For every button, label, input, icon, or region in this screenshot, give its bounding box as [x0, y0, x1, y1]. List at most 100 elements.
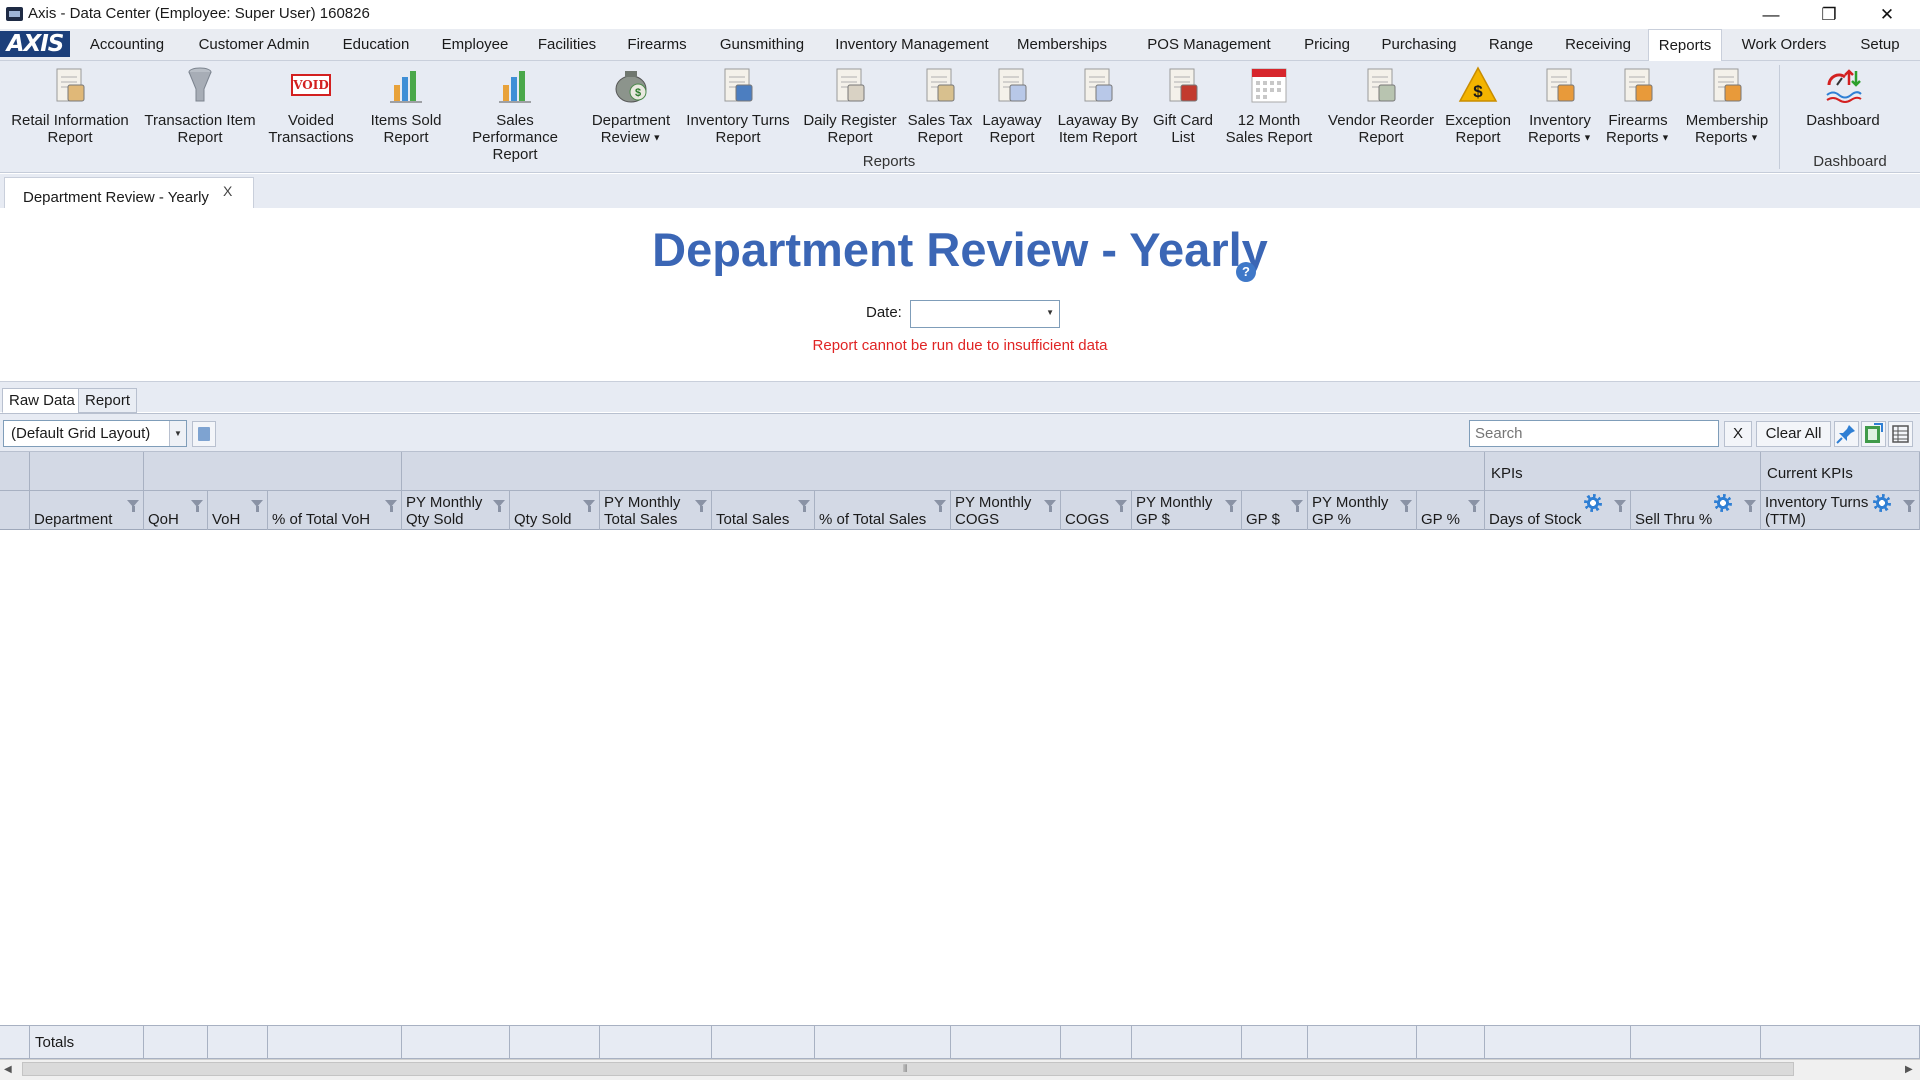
ribbon-button-sales-performance-report[interactable]: Sales Performance Report	[452, 65, 578, 163]
column-header-inventory-turns-ttm[interactable]: Inventory Turns (TTM)	[1761, 491, 1920, 530]
filter-icon[interactable]	[385, 500, 398, 513]
filter-icon[interactable]	[695, 500, 708, 513]
ribbon-button-department-review[interactable]: $ Department Review ▼	[588, 65, 674, 155]
ribbon-button-sales-tax-report[interactable]: Sales Tax Report	[904, 65, 976, 155]
ribbon-button-inventory-reports[interactable]: Inventory Reports ▼	[1522, 65, 1598, 155]
column-header-total-sales[interactable]: Total Sales	[712, 491, 815, 530]
filter-icon[interactable]	[127, 500, 140, 513]
pin-icon[interactable]	[1834, 421, 1859, 447]
ribbon-button-12-month-sales-report[interactable]: 12 Month Sales Report	[1218, 65, 1320, 155]
gear-icon[interactable]	[1584, 494, 1602, 512]
ribbon-button-layaway-by-item-report[interactable]: Layaway By Item Report	[1054, 65, 1142, 155]
scroll-left-icon[interactable]: ◀	[4, 1064, 12, 1075]
menu-item-facilities[interactable]: Facilities	[526, 29, 608, 61]
filter-icon[interactable]	[1115, 500, 1128, 513]
column-header-cogs[interactable]: COGS	[1061, 491, 1132, 530]
filter-icon[interactable]	[1468, 500, 1481, 513]
menu-item-pricing[interactable]: Pricing	[1290, 29, 1364, 61]
column-header-qty-sold[interactable]: Qty Sold	[510, 491, 600, 530]
menu-item-work-orders[interactable]: Work Orders	[1728, 29, 1840, 61]
close-window-button[interactable]: ✕	[1858, 0, 1916, 29]
menu-item-education[interactable]: Education	[334, 29, 418, 61]
filter-icon[interactable]	[191, 500, 204, 513]
minimize-button[interactable]: —	[1742, 0, 1800, 29]
ribbon-button-voided-transactions[interactable]: VOID Voided Transactions	[266, 65, 356, 155]
column-band: KPIs	[1485, 452, 1761, 491]
menu-item-range[interactable]: Range	[1474, 29, 1548, 61]
filter-icon[interactable]	[583, 500, 596, 513]
document-tab[interactable]: Department Review - Yearly X	[4, 177, 254, 208]
menu-item-memberships[interactable]: Memberships	[1004, 29, 1120, 61]
ribbon-button-label: 12 Month Sales Report	[1225, 112, 1313, 146]
column-chooser-icon[interactable]	[1888, 421, 1913, 447]
filter-icon[interactable]	[1614, 500, 1627, 513]
menu-item-purchasing[interactable]: Purchasing	[1364, 29, 1474, 61]
scrollbar-thumb[interactable]	[22, 1062, 1794, 1076]
column-header-qoh[interactable]: QoH	[144, 491, 208, 530]
ribbon-button-retail-information-report[interactable]: Retail Information Report	[6, 65, 134, 155]
ribbon-button-items-sold-report[interactable]: Items Sold Report	[364, 65, 448, 155]
scroll-right-icon[interactable]: ▶	[1905, 1064, 1913, 1075]
filter-icon[interactable]	[1744, 500, 1757, 513]
grid-layout-select[interactable]: (Default Grid Layout) ▼	[3, 420, 187, 447]
column-header-py-monthly-gp[interactable]: PY Monthly GP %	[1308, 491, 1417, 530]
document-tab-close-button[interactable]: X	[223, 183, 232, 199]
column-header-py-monthly-total-sales[interactable]: PY Monthly Total Sales	[600, 491, 712, 530]
menu-item-receiving[interactable]: Receiving	[1548, 29, 1648, 61]
menu-item-accounting[interactable]: Accounting	[72, 29, 182, 61]
column-header-department[interactable]: Department	[30, 491, 144, 530]
column-header-py-monthly-qty-sold[interactable]: PY Monthly Qty Sold	[402, 491, 510, 530]
ribbon-button-gift-card-list[interactable]: Gift Card List	[1148, 65, 1218, 155]
search-clear-button[interactable]: X	[1724, 421, 1752, 447]
gear-icon[interactable]	[1873, 494, 1891, 512]
filter-icon[interactable]	[493, 500, 506, 513]
filter-icon[interactable]	[798, 500, 811, 513]
menu-item-gunsmithing[interactable]: Gunsmithing	[704, 29, 820, 61]
export-excel-icon[interactable]	[1861, 421, 1886, 447]
restore-button[interactable]: ❐	[1800, 0, 1858, 29]
date-select[interactable]: ▼	[910, 300, 1060, 328]
menu-item-reports[interactable]: Reports	[1648, 29, 1722, 62]
gear-icon[interactable]	[1714, 494, 1732, 512]
tab-raw-data[interactable]: Raw Data	[2, 388, 82, 413]
help-icon[interactable]: ?	[1236, 262, 1256, 282]
column-header-sell-thru[interactable]: Sell Thru %	[1631, 491, 1761, 530]
menu-item-pos-management[interactable]: POS Management	[1128, 29, 1290, 61]
column-header-of-total-sales[interactable]: % of Total Sales	[815, 491, 951, 530]
menu-item-firearms[interactable]: Firearms	[610, 29, 704, 61]
filter-icon[interactable]	[251, 500, 264, 513]
menu-item-customer-admin[interactable]: Customer Admin	[180, 29, 328, 61]
menu-item-inventory-management[interactable]: Inventory Management	[820, 29, 1004, 61]
column-header-py-monthly-gp[interactable]: PY Monthly GP $	[1132, 491, 1242, 530]
menu-item-setup[interactable]: Setup	[1840, 29, 1920, 61]
ribbon-button-inventory-turns-report[interactable]: Inventory Turns Report	[682, 65, 794, 155]
column-header-voh[interactable]: VoH	[208, 491, 268, 530]
filter-icon[interactable]	[1044, 500, 1057, 513]
clear-all-button[interactable]: Clear All	[1756, 421, 1831, 447]
menu-item-employee[interactable]: Employee	[428, 29, 522, 61]
ribbon-button-layaway-report[interactable]: Layaway Report	[976, 65, 1048, 155]
filter-icon[interactable]	[1225, 500, 1238, 513]
ribbon-button-dashboard[interactable]: Dashboard	[1790, 65, 1896, 155]
column-header-py-monthly-cogs[interactable]: PY Monthly COGS	[951, 491, 1061, 530]
ribbon-button-vendor-reorder-report[interactable]: Vendor Reorder Report	[1324, 65, 1438, 155]
ribbon-button-daily-register-report[interactable]: Daily Register Report	[800, 65, 900, 155]
column-header-of-total-voh[interactable]: % of Total VoH	[268, 491, 402, 530]
column-header-label: GP %	[1421, 511, 1460, 528]
filter-icon[interactable]	[1400, 500, 1413, 513]
column-header-gp[interactable]: GP $	[1242, 491, 1308, 530]
totals-cell	[268, 1026, 402, 1059]
column-header-label: Sell Thru %	[1635, 511, 1713, 528]
filter-icon[interactable]	[1903, 500, 1916, 513]
ribbon-button-exception-report[interactable]: $ Exception Report	[1440, 65, 1516, 155]
column-header-days-of-stock[interactable]: Days of Stock	[1485, 491, 1631, 530]
search-input[interactable]	[1469, 420, 1719, 447]
save-layout-button[interactable]	[192, 421, 216, 447]
filter-icon[interactable]	[934, 500, 947, 513]
ribbon-button-membership-reports[interactable]: Membership Reports ▼	[1674, 65, 1780, 155]
column-header-gp[interactable]: GP %	[1417, 491, 1485, 530]
filter-icon[interactable]	[1291, 500, 1304, 513]
ribbon-button-transaction-item-report[interactable]: Transaction Item Report	[140, 65, 260, 155]
ribbon-button-firearms-reports[interactable]: Firearms Reports ▼	[1600, 65, 1676, 155]
tab-report[interactable]: Report	[78, 388, 138, 413]
